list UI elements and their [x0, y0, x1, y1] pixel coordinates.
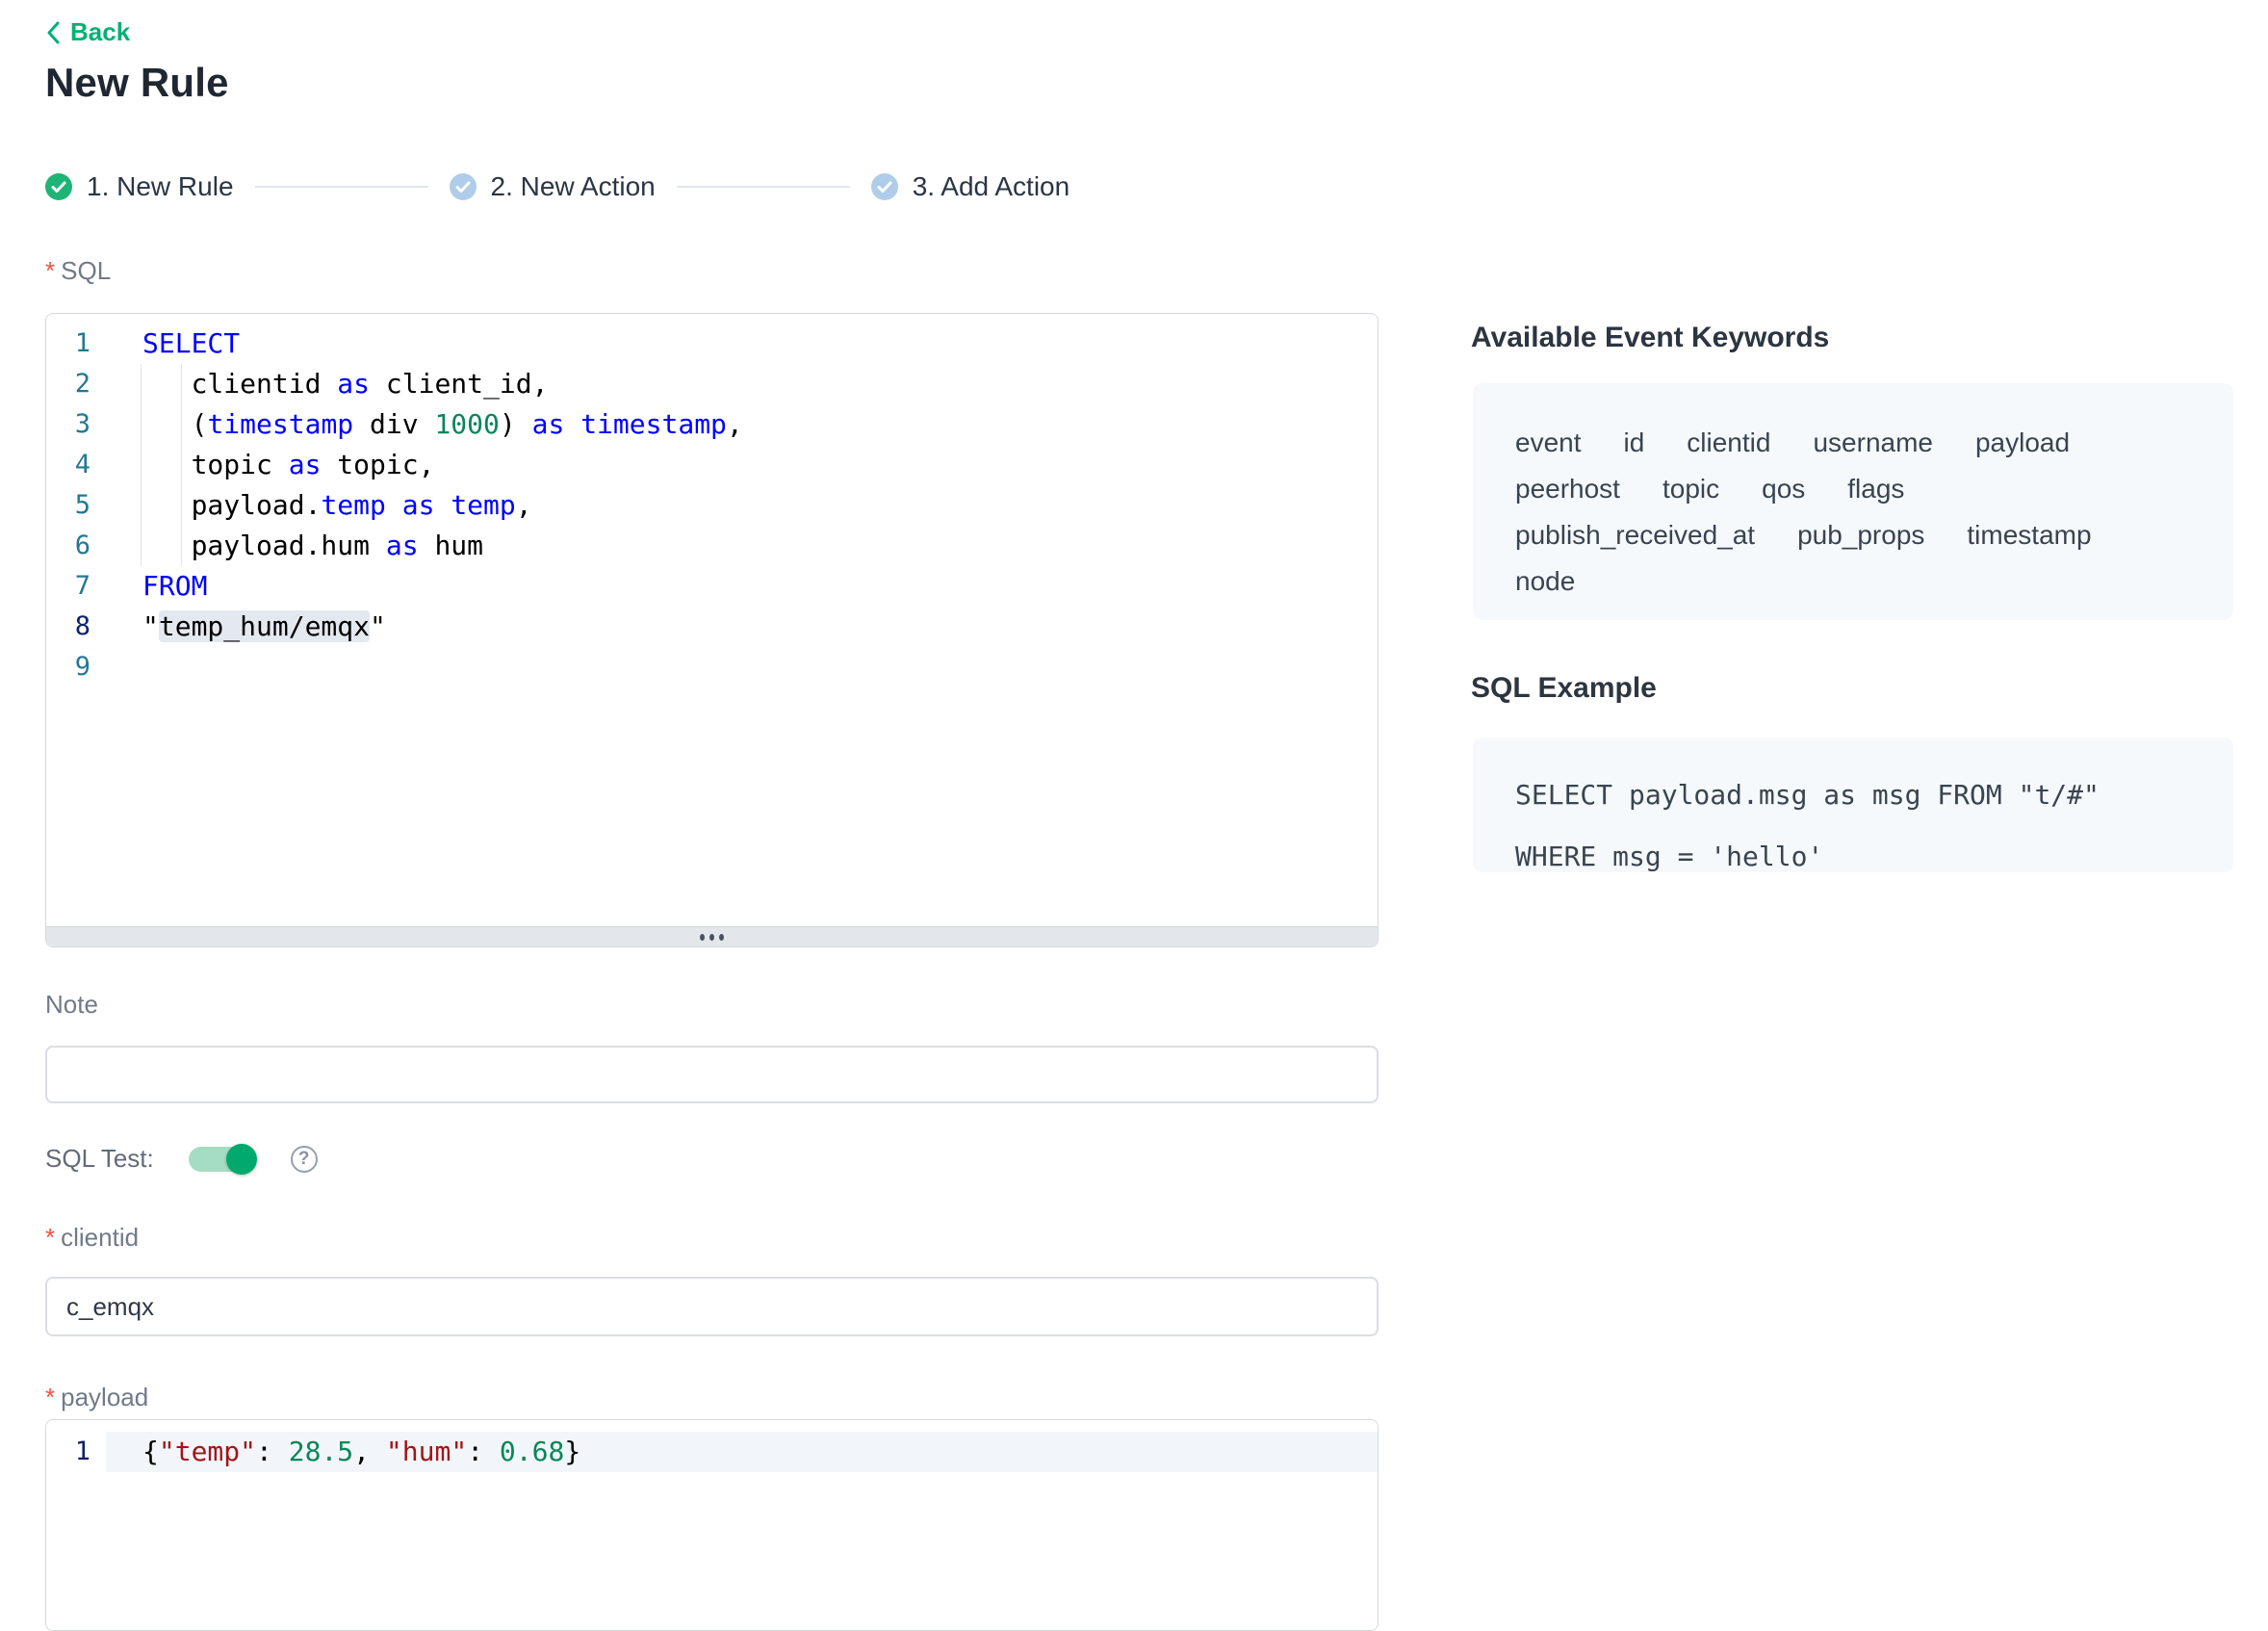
- event-keyword: id: [1624, 427, 1645, 458]
- stepper: 1. New Rule 2. New Action 3. Add Action: [45, 171, 1070, 202]
- line-number: 4: [46, 445, 106, 485]
- event-keyword: payload: [1975, 427, 2070, 458]
- sql-example-code: SELECT payload.msg as msg FROM "t/#" WHE…: [1473, 738, 2233, 915]
- payload-field-label: *payload: [45, 1383, 148, 1412]
- keyword-row: publish_received_at pub_props timestamp: [1515, 512, 2191, 558]
- line-number: 1: [46, 1432, 106, 1472]
- payload-editor[interactable]: 1{"temp": 28.5, "hum": 0.68}: [45, 1419, 1379, 1631]
- stepper-step-add-action[interactable]: 3. Add Action: [871, 171, 1070, 202]
- event-keyword: publish_received_at: [1515, 520, 1755, 551]
- line-number: 9: [46, 647, 106, 687]
- sql-field-label: *SQL: [45, 256, 111, 286]
- indent-guide: [141, 364, 142, 566]
- code-line[interactable]: 3 (timestamp div 1000) as timestamp,: [46, 404, 1378, 445]
- event-keyword: peerhost: [1515, 474, 1620, 505]
- code-line[interactable]: 5 payload.temp as temp,: [46, 485, 1378, 526]
- line-number: 7: [46, 566, 106, 607]
- note-field-label: Note: [45, 990, 98, 1020]
- line-number: 6: [46, 526, 106, 566]
- keyword-row: node: [1515, 558, 2191, 605]
- clientid-field-label: *clientid: [45, 1223, 139, 1253]
- check-circle-icon: [450, 173, 477, 200]
- keyword-row: peerhost topic qos flags: [1515, 466, 2191, 512]
- required-marker: *: [45, 1223, 55, 1252]
- stepper-connector: [255, 186, 428, 188]
- stepper-step-new-rule[interactable]: 1. New Rule: [45, 171, 234, 202]
- line-number: 8: [46, 607, 106, 647]
- event-keywords-panel: event id clientid username payload peerhost to…: [1473, 383, 2233, 620]
- code-line[interactable]: 4 topic as topic,: [46, 445, 1378, 485]
- code-line[interactable]: 1{"temp": 28.5, "hum": 0.68}: [46, 1432, 1378, 1472]
- code-line[interactable]: 9: [46, 647, 1378, 687]
- code-line[interactable]: 8"temp_hum/emqx": [46, 607, 1378, 647]
- event-keyword: pub_props: [1797, 520, 1924, 551]
- clientid-input[interactable]: [45, 1277, 1379, 1336]
- event-keyword: qos: [1762, 474, 1805, 505]
- sql-test-label: SQL Test:: [45, 1144, 154, 1174]
- event-keyword: clientid: [1687, 427, 1770, 458]
- toggle-knob: [226, 1144, 257, 1175]
- back-button[interactable]: Back: [45, 17, 130, 47]
- line-number: 2: [46, 364, 106, 404]
- event-keyword: topic: [1662, 474, 1719, 505]
- sql-editor[interactable]: 1SELECT2 clientid as client_id,3 (timest…: [45, 313, 1379, 947]
- required-marker: *: [45, 256, 55, 285]
- code-line[interactable]: 1SELECT: [46, 324, 1378, 364]
- sql-test-row: SQL Test: ?: [45, 1144, 318, 1174]
- stepper-step-new-action[interactable]: 2. New Action: [450, 171, 656, 202]
- event-keyword: username: [1813, 427, 1933, 458]
- keyword-row: event id clientid username payload: [1515, 420, 2191, 466]
- editor-resize-handle[interactable]: [46, 926, 1378, 947]
- sql-example-title: SQL Example: [1471, 672, 1657, 705]
- event-keyword: event: [1515, 427, 1582, 458]
- event-keyword: flags: [1847, 474, 1904, 505]
- event-keyword: timestamp: [1967, 520, 2091, 551]
- code-line[interactable]: 7FROM: [46, 566, 1378, 607]
- page-title: New Rule: [45, 60, 229, 106]
- line-number: 1: [46, 324, 106, 364]
- code-line[interactable]: 6 payload.hum as hum: [46, 526, 1378, 566]
- indent-guide: [181, 364, 182, 566]
- note-input[interactable]: [45, 1046, 1379, 1103]
- available-event-keywords-title: Available Event Keywords: [1471, 322, 1829, 354]
- event-keyword: node: [1515, 566, 1575, 597]
- sql-example-panel: SELECT payload.msg as msg FROM "t/#" WHE…: [1473, 738, 2233, 872]
- check-circle-icon: [871, 173, 898, 200]
- code-line[interactable]: 2 clientid as client_id,: [46, 364, 1378, 404]
- stepper-step-label: 2. New Action: [491, 171, 656, 202]
- stepper-step-label: 3. Add Action: [913, 171, 1070, 202]
- required-marker: *: [45, 1383, 55, 1411]
- line-number: 3: [46, 404, 106, 445]
- chevron-left-icon: [45, 20, 61, 45]
- stepper-step-label: 1. New Rule: [87, 171, 234, 202]
- line-number: 5: [46, 485, 106, 526]
- sql-test-toggle[interactable]: [189, 1147, 256, 1172]
- stepper-connector: [677, 186, 850, 188]
- help-icon[interactable]: ?: [291, 1146, 318, 1173]
- check-circle-icon: [45, 173, 72, 200]
- back-label: Back: [70, 17, 130, 47]
